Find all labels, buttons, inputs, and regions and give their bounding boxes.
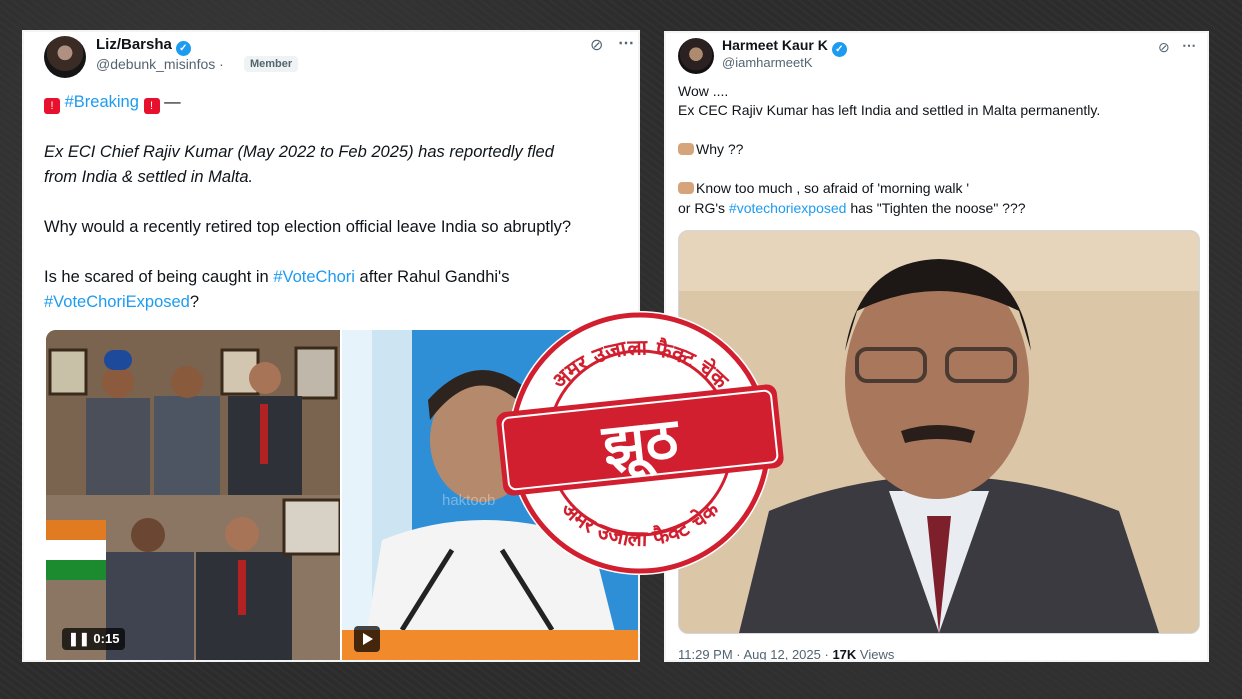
text-rg: or RG's #votechoriexposed has "Tighten t… xyxy=(678,199,1198,218)
author-name[interactable]: Harmeet Kaur K ✓ xyxy=(722,37,847,57)
hashtag-breaking[interactable]: #Breaking xyxy=(65,93,139,111)
avatar[interactable] xyxy=(44,36,86,78)
pause-icon[interactable]: ❚❚ xyxy=(68,631,90,646)
avatar[interactable] xyxy=(678,38,714,74)
rg-suffix: has "Tighten the noose" ??? xyxy=(846,200,1026,216)
question-2: Is he scared of being caught in #VoteCho… xyxy=(44,265,638,290)
officials-photo xyxy=(46,330,340,660)
text-main: Ex CEC Rajiv Kumar has left India and se… xyxy=(678,102,1101,118)
verified-badge-icon: ✓ xyxy=(831,42,847,57)
views-count: 17K xyxy=(832,647,857,660)
text-know: Know too much , so afraid of 'morning wa… xyxy=(678,179,1198,198)
q2-prefix: Is he scared of being caught in xyxy=(44,268,274,286)
views-label: Views xyxy=(859,647,895,660)
q2-suffix: ? xyxy=(189,293,200,311)
author-name[interactable]: Liz/Barsha ✓ xyxy=(96,36,191,56)
pointing-hand-icon xyxy=(678,182,694,194)
fact-check-stamp: अमर उजाला फैक्ट चेक अमर उजाला फैक्ट चेक … xyxy=(495,298,785,588)
breaking-dash: — xyxy=(164,93,181,111)
rg-prefix: or RG's xyxy=(678,200,729,216)
video-thumbnail-officials[interactable]: ❚❚ 0:15 xyxy=(46,330,340,660)
siren-icon: ! xyxy=(143,98,160,114)
play-button-icon[interactable] xyxy=(354,626,380,652)
author-name-text[interactable]: Harmeet Kaur K xyxy=(722,37,828,53)
video-time-text: 0:15 xyxy=(93,631,120,646)
hashtag-votechoriexposed[interactable]: #votechoriexposed xyxy=(729,200,847,216)
author-handle[interactable]: @debunk_misinfos · xyxy=(96,56,224,72)
author-handle[interactable]: @iamharmeetK xyxy=(722,55,813,70)
verified-badge-icon: ✓ xyxy=(175,41,191,56)
know-text: Know too much , so afraid of 'morning wa… xyxy=(696,180,970,196)
timestamp[interactable]: 11:29 PM · Aug 12, 2025 · xyxy=(678,647,829,660)
breaking-line: ! #Breaking ! — xyxy=(44,90,638,115)
claim-line-2: from India & settled in Malta. xyxy=(44,168,254,186)
more-options-icon[interactable]: ⋯ xyxy=(1182,37,1196,53)
hashtag-votechori[interactable]: #VoteChori xyxy=(273,268,355,286)
more-options-icon[interactable]: ⋯ xyxy=(618,36,634,52)
grok-icon[interactable]: ⊘ xyxy=(590,38,603,54)
text-why: Why ?? xyxy=(678,140,1198,159)
member-badge: Member xyxy=(244,56,299,72)
why-text: Why ?? xyxy=(696,141,744,157)
claim-line-1: Ex ECI Chief Rajiv Kumar (May 2022 to Fe… xyxy=(44,143,554,161)
grok-icon[interactable]: ⊘ xyxy=(1158,39,1170,55)
pointing-hand-icon xyxy=(678,143,694,155)
tweet-footer: 11:29 PM · Aug 12, 2025 · 17K Views xyxy=(678,647,894,660)
author-name-text[interactable]: Liz/Barsha xyxy=(96,36,172,53)
q2-mid: after Rahul Gandhi's xyxy=(354,268,510,286)
hashtag-votechoriexposed[interactable]: #VoteChoriExposed xyxy=(44,293,190,311)
video-timestamp[interactable]: ❚❚ 0:15 xyxy=(62,628,126,650)
question-1: Why would a recently retired top electio… xyxy=(44,218,572,236)
watermark-text: haktoob xyxy=(442,492,495,509)
siren-icon: ! xyxy=(44,98,60,114)
text-wow: Wow .... xyxy=(678,83,729,99)
